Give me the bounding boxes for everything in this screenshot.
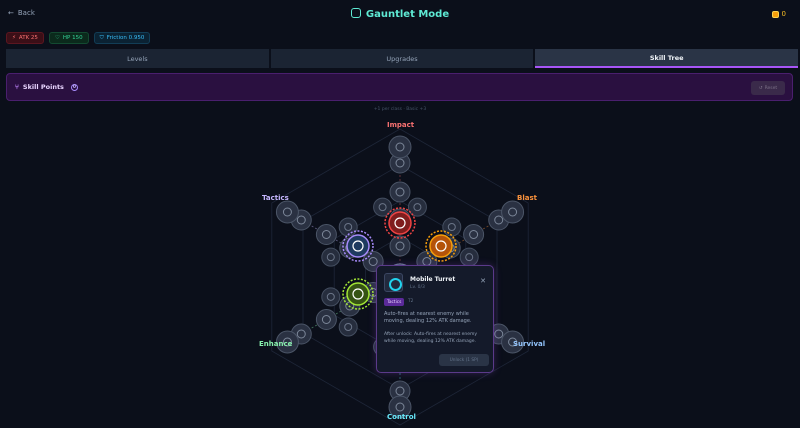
page-title: Gauntlet Mode — [0, 8, 800, 20]
skill-node — [315, 224, 337, 245]
skill-node-side — [321, 247, 341, 267]
coin-icon — [771, 10, 779, 18]
skill-node-impact-core — [388, 211, 412, 235]
stat-badges: ⚡ ATK 25 ♡ HP 150 ⛉ Friction 0.950 — [6, 32, 151, 44]
skill-node — [389, 235, 411, 257]
stat-badge-atk: ⚡ ATK 25 — [6, 32, 44, 44]
unlock-button[interactable]: Unlock (1 SP) — [439, 354, 489, 366]
skill-node-blast-unlocked — [429, 234, 453, 258]
tab-levels[interactable]: Levels — [6, 49, 269, 68]
close-icon[interactable]: ✕ — [480, 277, 486, 285]
branch-label-blast: Blast — [517, 194, 537, 202]
branch-label-tactics: Tactics — [262, 194, 289, 202]
skill-points-hint: +1 per class · Basic +3 — [373, 107, 427, 112]
tab-bar: Levels Upgrades Skill Tree — [6, 49, 799, 68]
tab-upgrades[interactable]: Upgrades — [270, 49, 534, 68]
branch-label-control: Control — [387, 413, 416, 421]
tooltip-tier: T2 — [408, 299, 414, 304]
turret-icon — [384, 273, 403, 292]
skill-node — [275, 200, 299, 224]
skill-node-side — [459, 247, 479, 267]
stat-friction-label: Friction 0.950 — [106, 35, 145, 41]
skill-points-value: 0 — [70, 83, 78, 91]
gauntlet-icon — [350, 8, 361, 18]
branch-icon: ⑂ — [15, 83, 19, 91]
skill-node — [388, 135, 412, 159]
skill-node-side — [338, 317, 358, 337]
coin-value: 0 — [781, 10, 786, 18]
branch-label-enhance: Enhance — [259, 340, 293, 348]
skill-points-text: Skill Points — [22, 83, 64, 91]
skill-node — [315, 309, 337, 330]
skill-node-side — [338, 217, 358, 237]
skill-points-label: ⑂ Skill Points 0 — [15, 83, 78, 91]
unlock-label: Unlock (1 SP) — [449, 357, 479, 363]
tooltip-skill-level: Lv. 0/3 — [410, 285, 425, 290]
skill-node — [501, 200, 525, 224]
stat-hp-label: HP 150 — [62, 35, 83, 41]
branch-label-survival: Survival — [513, 340, 546, 348]
skill-points-panel: ⑂ Skill Points 0 ↺ Reset — [6, 73, 793, 101]
skill-node-side — [321, 287, 341, 307]
reset-label: Reset — [764, 85, 778, 91]
tooltip-skill-name: Mobile Turret — [410, 276, 456, 283]
tooltip-description: Auto-fires at nearest enemy while moving… — [384, 311, 472, 324]
coin-counter: 0 — [771, 10, 786, 18]
top-bar: ← Back Gauntlet Mode 0 — [0, 0, 800, 30]
skill-node — [389, 181, 411, 203]
lightning-icon: ⚡ — [12, 35, 16, 41]
skill-node-side — [442, 217, 462, 237]
skill-node-mobile-turret-selected — [346, 234, 370, 258]
skill-node-enhance-unlocked — [346, 282, 370, 306]
branch-label-impact: Impact — [387, 121, 415, 129]
skill-tooltip: Mobile Turret Lv. 0/3 ✕ Tactics T2 Auto-… — [376, 265, 494, 373]
skill-node-side — [407, 197, 427, 217]
heart-icon: ♡ — [54, 35, 60, 41]
tooltip-branch-tag: Tactics — [384, 298, 405, 306]
reset-button[interactable]: ↺ Reset — [751, 81, 785, 95]
skill-node — [463, 224, 485, 245]
shield-icon: ⛉ — [99, 34, 104, 41]
tab-skill-tree[interactable]: Skill Tree — [535, 49, 799, 68]
stat-badge-friction: ⛉ Friction 0.950 — [93, 32, 151, 44]
reset-icon: ↺ — [758, 85, 763, 91]
stat-atk-label: ATK 25 — [18, 35, 38, 41]
stat-badge-hp: ♡ HP 150 — [48, 32, 89, 44]
tooltip-after-unlock: After unlock: Auto-fires at nearest enem… — [384, 332, 478, 344]
page-title-text: Gauntlet Mode — [365, 9, 450, 20]
